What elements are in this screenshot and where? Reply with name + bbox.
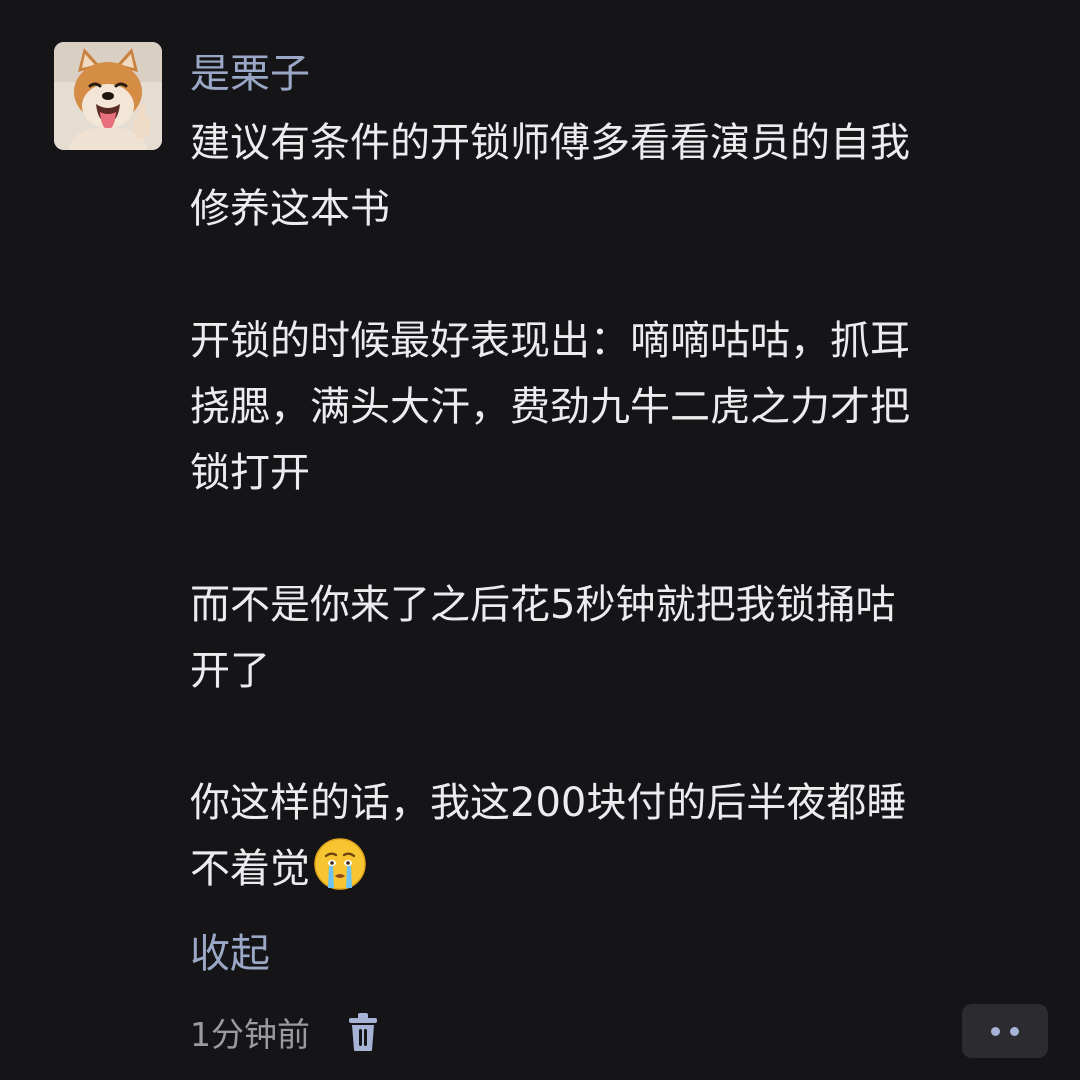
comment-body: 建议有条件的开锁师傅多看看演员的自我 修养这本书 开锁的时候最好表现出：嘀嘀咕咕…: [190, 110, 1030, 902]
comment-line: 不着觉: [190, 846, 310, 892]
comment-meta: 1分钟前: [190, 1006, 378, 1058]
trash-icon[interactable]: [348, 1012, 378, 1052]
avatar[interactable]: [54, 42, 162, 150]
timestamp: 1分钟前: [190, 1015, 310, 1054]
comment-paragraph: 你这样的话，我这200块付的后半夜都睡 不着觉: [190, 770, 1030, 902]
shiba-dog-avatar-icon: [54, 42, 162, 150]
comment-line: 你这样的话，我这200块付的后半夜都睡: [190, 780, 907, 826]
comment-paragraph: 而不是你来了之后花5秒钟就把我锁捅咕 开了: [190, 572, 1030, 704]
comment-line: 而不是你来了之后花5秒钟就把我锁捅咕: [190, 582, 896, 628]
more-dots-icon: [1010, 1026, 1019, 1036]
crying-face-icon: [314, 838, 366, 890]
username[interactable]: 是栗子: [190, 46, 310, 102]
collapse-link[interactable]: 收起: [190, 924, 270, 984]
comment-paragraph: 开锁的时候最好表现出：嘀嘀咕咕，抓耳 挠腮，满头大汗，费劲九牛二虎之力才把 锁打…: [190, 308, 1030, 506]
comment-line: 锁打开: [190, 450, 310, 496]
more-dots-icon: [991, 1026, 1000, 1036]
comment-line: 开锁的时候最好表现出：嘀嘀咕咕，抓耳: [190, 318, 910, 364]
comment-line: 挠腮，满头大汗，费劲九牛二虎之力才把: [190, 384, 910, 430]
comment-line: 开了: [190, 648, 270, 694]
comment-paragraph: 建议有条件的开锁师傅多看看演员的自我 修养这本书: [190, 110, 1030, 242]
comment-line: 修养这本书: [190, 186, 390, 232]
comment-card: 是栗子 建议有条件的开锁师傅多看看演员的自我 修养这本书 开锁的时候最好表现出：…: [0, 0, 1080, 1080]
more-options-button[interactable]: [962, 1004, 1048, 1058]
comment-line: 建议有条件的开锁师傅多看看演员的自我: [190, 120, 910, 166]
